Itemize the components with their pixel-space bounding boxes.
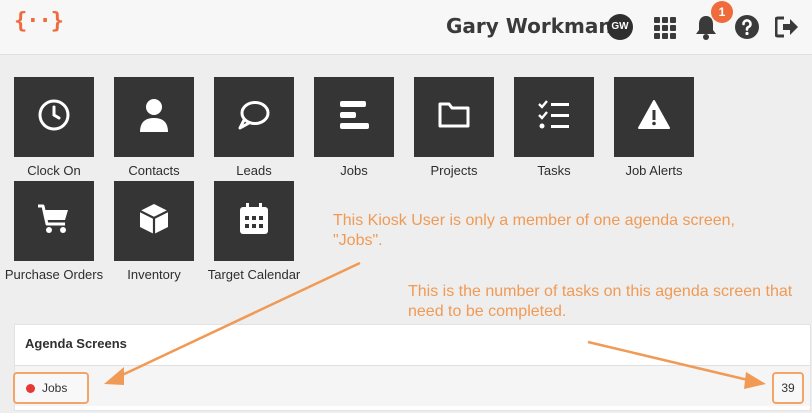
calendar-icon [238, 202, 270, 241]
user-icon [137, 97, 171, 138]
user-name[interactable]: Gary Workman [446, 14, 613, 38]
tile-tasks[interactable] [514, 77, 594, 157]
top-bar: {··} Gary Workman GW 1 [0, 0, 812, 55]
bars-icon [337, 100, 371, 135]
tile-label-leads: Leads [236, 163, 272, 178]
annotation-kiosk-note: This Kiosk User is only a member of one … [333, 212, 735, 249]
tile-leads[interactable] [214, 77, 294, 157]
notification-badge: 1 [711, 1, 733, 23]
agenda-row[interactable]: Jobs 39 [13, 365, 810, 406]
avatar[interactable]: GW [607, 14, 633, 40]
agenda-screens-panel: Agenda Screens Jobs 39 [13, 324, 811, 411]
apps-grid-icon[interactable] [653, 16, 677, 45]
speech-bubble-icon [237, 99, 271, 136]
tile-label-purchase-orders: Purchase Orders [4, 267, 104, 282]
warning-icon [637, 99, 671, 136]
cart-icon [37, 203, 71, 240]
tile-label-clock-on: Clock On [27, 163, 81, 178]
clock-icon [37, 98, 71, 137]
tile-label-target-calendar: Target Calendar [207, 267, 301, 282]
agenda-item-jobs[interactable]: Jobs [13, 372, 89, 404]
tile-label-jobs: Jobs [340, 163, 368, 178]
agenda-screens-title: Agenda Screens [25, 336, 127, 351]
status-dot [26, 383, 35, 393]
tile-clock-on[interactable] [14, 77, 94, 157]
tile-label-inventory: Inventory [127, 267, 181, 282]
tile-label-contacts: Contacts [128, 163, 180, 178]
tile-label-projects: Projects [430, 163, 478, 178]
tile-purchase-orders[interactable] [14, 181, 94, 261]
checklist-icon [537, 99, 571, 135]
tile-projects[interactable] [414, 77, 494, 157]
help-icon[interactable] [735, 15, 759, 44]
logout-icon[interactable] [774, 16, 799, 43]
app-logo[interactable]: {··} [14, 9, 64, 34]
tile-target-calendar[interactable] [214, 181, 294, 261]
tile-label-tasks: Tasks [537, 163, 571, 178]
tile-label-job-alerts: Job Alerts [625, 163, 683, 178]
tile-job-alerts[interactable] [614, 77, 694, 157]
box-icon [137, 202, 171, 241]
annotation-tasks-note: This is the number of tasks on this agen… [408, 283, 793, 320]
agenda-item-label: Jobs [42, 381, 68, 395]
task-count-badge[interactable]: 39 [772, 372, 804, 404]
folder-icon [437, 101, 471, 134]
tile-inventory[interactable] [114, 181, 194, 261]
tile-contacts[interactable] [114, 77, 194, 157]
tile-jobs[interactable] [314, 77, 394, 157]
